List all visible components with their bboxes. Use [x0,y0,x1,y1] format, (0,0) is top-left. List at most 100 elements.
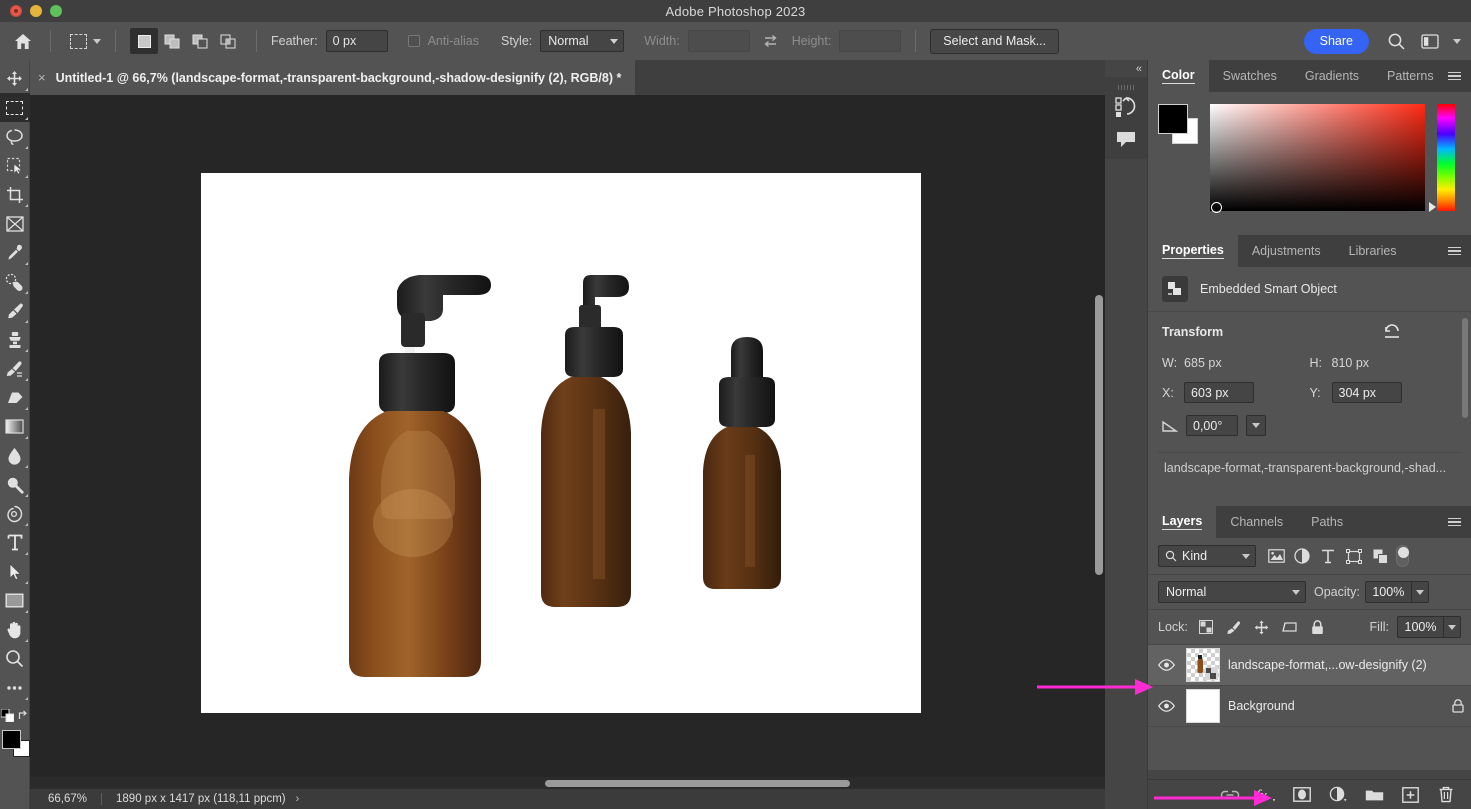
path-selection-tool[interactable] [0,557,30,586]
close-window-button[interactable] [10,5,22,17]
tool-preset-picker[interactable] [65,29,101,53]
lock-all-icon[interactable] [1308,617,1328,637]
intersect-with-selection-button[interactable] [214,28,242,54]
scrollbar-thumb[interactable] [545,780,850,787]
layer-style-fx-icon[interactable]: fx [1255,784,1277,806]
hand-tool[interactable] [0,615,30,644]
swap-dimensions-icon[interactable] [758,28,784,54]
filter-shape-layers-icon[interactable] [1342,545,1366,567]
properties-scrollbar[interactable] [1462,318,1468,418]
style-select[interactable]: Normal [540,30,625,52]
tab-libraries[interactable]: Libraries [1335,235,1411,267]
spot-healing-brush-tool[interactable] [0,267,30,296]
close-icon[interactable]: × [38,71,46,84]
comments-panel-icon[interactable] [1105,123,1147,155]
zoom-tool[interactable] [0,644,30,673]
tab-swatches[interactable]: Swatches [1209,60,1291,92]
lock-position-icon[interactable] [1252,617,1272,637]
eraser-tool[interactable] [0,383,30,412]
tab-color[interactable]: Color [1148,60,1209,92]
filter-toggle-switch[interactable] [1396,545,1409,567]
edit-toolbar-tool[interactable] [0,673,30,702]
lock-transparent-pixels-icon[interactable] [1196,617,1216,637]
brush-tool[interactable] [0,296,30,325]
pen-tool[interactable] [0,499,30,528]
tab-gradients[interactable]: Gradients [1291,60,1373,92]
lock-image-pixels-icon[interactable] [1224,617,1244,637]
opacity-dropdown[interactable] [1410,581,1429,603]
tab-properties[interactable]: Properties [1148,235,1238,267]
add-layer-mask-icon[interactable] [1291,784,1313,806]
tab-patterns[interactable]: Patterns [1373,60,1448,92]
height-input[interactable] [839,30,902,52]
new-selection-button[interactable] [130,28,158,54]
eyedropper-tool[interactable] [0,238,30,267]
status-expand-icon[interactable]: › [296,793,300,805]
delete-layer-icon[interactable] [1435,784,1457,806]
canvas-area[interactable] [30,95,1105,789]
filter-type-layers-icon[interactable] [1316,545,1340,567]
add-to-selection-button[interactable] [158,28,186,54]
anti-alias-checkbox[interactable] [407,35,420,47]
angle-dropdown[interactable] [1246,415,1266,436]
layer-filter-kind-select[interactable]: Kind [1158,545,1256,567]
minimize-window-button[interactable] [30,5,42,17]
layer-name[interactable]: landscape-format,...ow-designify (2) [1226,658,1445,672]
foreground-color-swatch[interactable] [1158,104,1188,134]
dodge-tool[interactable] [0,470,30,499]
canvas-horizontal-scrollbar[interactable] [30,777,1105,789]
tab-channels[interactable]: Channels [1216,506,1297,538]
swap-colors-icon[interactable] [18,710,29,721]
clone-stamp-tool[interactable] [0,325,30,354]
frame-tool[interactable] [0,209,30,238]
feather-input[interactable]: 0 px [325,30,388,52]
lasso-tool[interactable] [0,122,30,151]
tab-layers[interactable]: Layers [1148,506,1217,538]
panel-menu-icon[interactable] [1443,506,1465,538]
workspace-layout-icon[interactable] [1417,28,1443,54]
rectangular-marquee-tool[interactable] [0,93,30,122]
filter-pixel-layers-icon[interactable] [1264,545,1288,567]
table-row[interactable]: Background [1148,686,1471,727]
x-input[interactable]: 603 px [1184,382,1254,403]
drag-grip[interactable] [1105,83,1147,91]
blend-mode-select[interactable]: Normal [1158,581,1306,603]
opacity-value[interactable]: 100% [1364,581,1411,603]
reset-transform-icon[interactable] [1383,324,1401,340]
zoom-level[interactable]: 66,67% [30,793,101,805]
object-selection-tool[interactable] [0,151,30,180]
select-and-mask-button[interactable]: Select and Mask... [930,28,1060,54]
color-swatches[interactable] [0,728,30,762]
saturation-value-picker[interactable] [1210,104,1425,213]
new-fill-adjustment-layer-icon[interactable] [1327,784,1349,806]
layer-thumbnail[interactable] [1180,689,1226,723]
y-input[interactable]: 304 px [1331,382,1402,403]
link-layers-icon[interactable] [1219,784,1241,806]
search-icon[interactable] [1383,28,1409,54]
lock-artboard-nesting-icon[interactable] [1280,617,1300,637]
crop-tool[interactable] [0,180,30,209]
layer-thumbnail[interactable] [1180,648,1226,682]
subtract-from-selection-button[interactable] [186,28,214,54]
history-panel-icon[interactable] [1105,91,1147,123]
foreground-color-swatch[interactable] [1,730,21,749]
layer-eye-icon[interactable] [1152,659,1180,671]
new-layer-icon[interactable] [1399,784,1421,806]
layer-name[interactable]: Background [1226,699,1445,713]
home-icon[interactable] [10,28,36,54]
fill-value[interactable]: 100% [1397,616,1443,638]
tab-adjustments[interactable]: Adjustments [1238,235,1335,267]
panel-menu-icon[interactable] [1443,60,1465,92]
blur-tool[interactable] [0,441,30,470]
rectangle-tool[interactable] [0,586,30,615]
history-brush-tool[interactable] [0,354,30,383]
chevron-down-icon[interactable] [1453,38,1461,44]
move-tool[interactable] [0,64,30,93]
filter-adjustment-layers-icon[interactable] [1290,545,1314,567]
table-row[interactable]: landscape-format,...ow-designify (2) [1148,645,1471,686]
maximize-window-button[interactable] [50,5,62,17]
gradient-tool[interactable] [0,412,30,441]
collapse-panels-icon[interactable]: « [1105,60,1147,77]
canvas-vertical-scrollbar[interactable] [1095,295,1103,575]
share-button[interactable]: Share [1303,28,1369,54]
